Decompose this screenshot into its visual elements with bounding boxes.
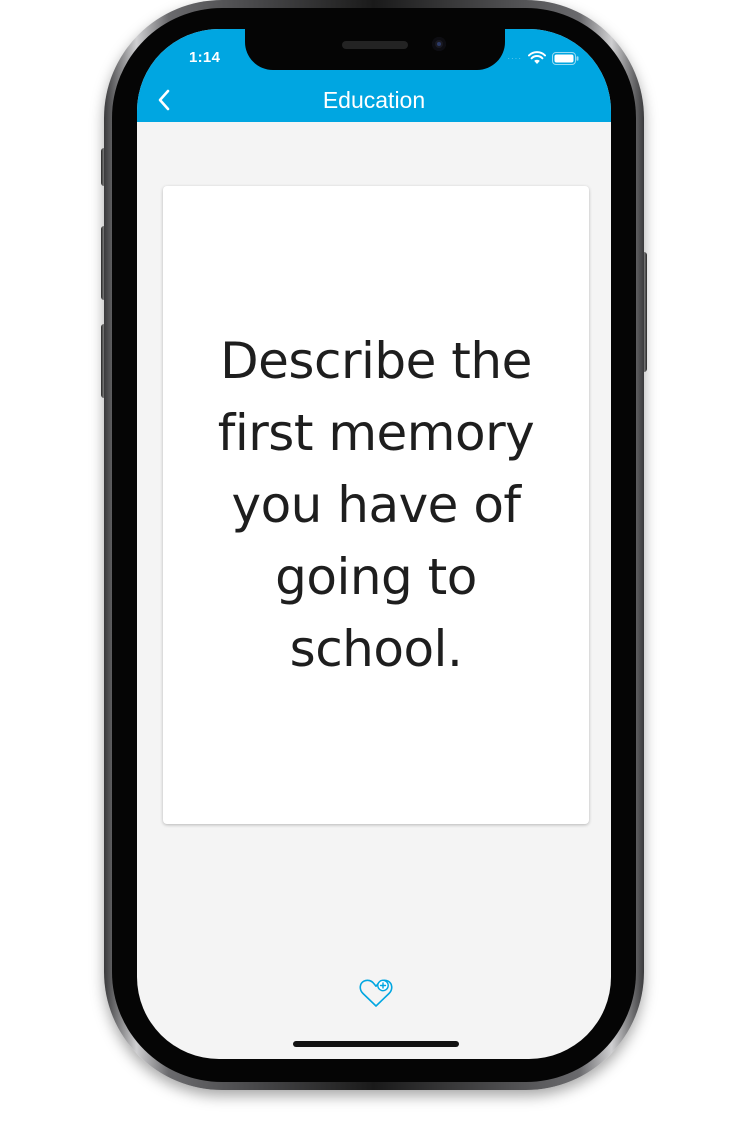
- page-title: Education: [322, 87, 426, 113]
- heart-plus-icon: [358, 977, 394, 1014]
- app-screen: 1:14 ···· Education Describe the first m…: [137, 29, 611, 1059]
- device-mockup: 1:14 ···· Education Describe the first m…: [0, 0, 743, 1125]
- home-indicator[interactable]: [293, 1041, 459, 1047]
- signal-icon: ····: [507, 53, 522, 63]
- status-time: 1:14: [189, 49, 221, 66]
- battery-icon: [552, 51, 579, 65]
- status-indicators: ····: [507, 51, 579, 65]
- question-card[interactable]: Describe the first memory you have of go…: [163, 186, 589, 824]
- wifi-icon: [528, 51, 546, 65]
- favorite-button[interactable]: [357, 977, 395, 1013]
- device-notch: [245, 29, 505, 70]
- camera-icon: [432, 37, 446, 51]
- card-prompt-text: Describe the first memory you have of go…: [217, 332, 535, 678]
- speaker-grille: [342, 41, 408, 49]
